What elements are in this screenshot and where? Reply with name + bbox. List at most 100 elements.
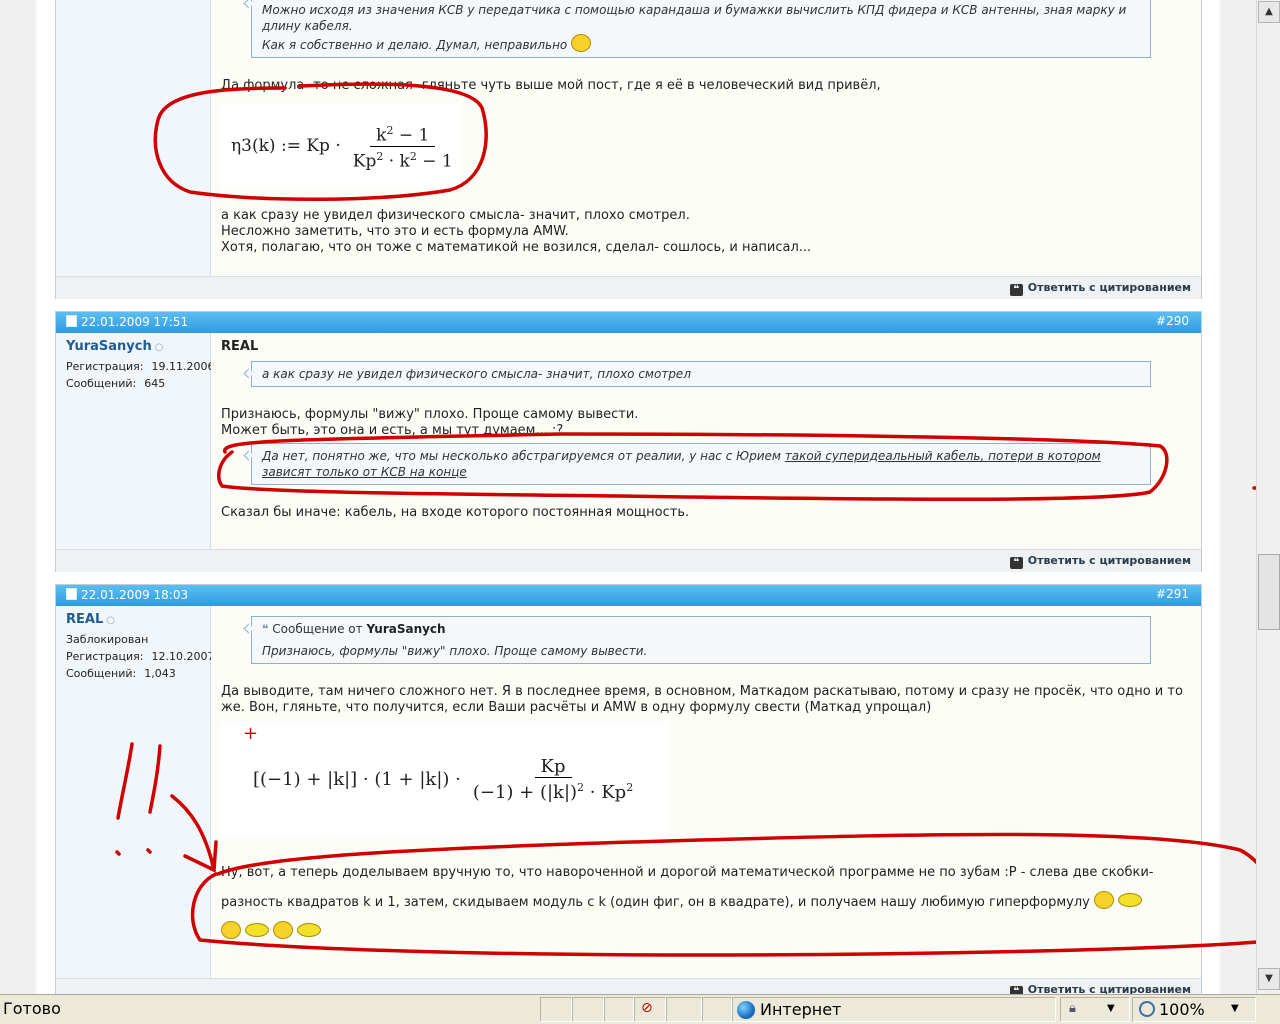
post-number-link[interactable]: #291 — [1156, 587, 1189, 601]
scroll-up-button[interactable]: ▲ — [1258, 1, 1280, 23]
post-header: 22.01.2009 18:03 #291 — [56, 585, 1201, 606]
username[interactable]: YuraSanych — [66, 339, 152, 354]
formula-num-tail: − 1 — [393, 125, 430, 146]
quote-box: Можно исходя из значения КСВ у передатчи… — [251, 0, 1151, 58]
user-blocked-label: Заблокирован — [66, 633, 149, 646]
mathcad-cursor: + — [243, 723, 259, 744]
msgs-label: Сообщений: — [66, 667, 137, 680]
msgs-value: 1,043 — [144, 667, 176, 680]
formula-num: k — [376, 125, 387, 146]
offline-status-icon: ○ — [154, 342, 164, 353]
post-text-3: Сказал бы иначе: кабель, на входе которо… — [221, 505, 690, 520]
post-content: ❝ Сообщение от YuraSanych Признаюсь, фор… — [211, 606, 1201, 978]
bird-smiley-icon — [245, 923, 270, 937]
quote-text: а как сразу не увидел физического смысла… — [262, 367, 691, 381]
globe-icon — [737, 1001, 755, 1019]
sunglasses-smiley-icon — [1093, 891, 1114, 909]
zone-label-wrap: Интернет — [737, 1000, 841, 1019]
quote-text-2: Как я собственно и делаю. Думал, неправи… — [262, 34, 1140, 53]
reg-label: Регистрация: — [66, 360, 144, 373]
forum-post-290: 22.01.2009 17:51 #290 YuraSanych ○ Регист… — [55, 311, 1202, 572]
status-cell-empty — [540, 997, 572, 1022]
formula2-den-b: · Kp — [584, 782, 627, 803]
post-date: 22.01.2009 17:51 — [66, 315, 188, 329]
msgs-value: 645 — [144, 377, 166, 390]
reply-with-quote-button[interactable]: Ответить с цитированием — [1010, 983, 1191, 994]
status-cell-empty — [702, 997, 732, 1022]
post-content: Можно исходя из значения КСВ у передатчи… — [211, 0, 1201, 276]
post-text-2: Несложно заметить, что это и есть формул… — [221, 224, 569, 239]
formula-image-2: + [(−1) + |k|] · (1 + |k|) · Kp (−1) + (… — [221, 722, 669, 838]
messages-row: Сообщений: 645 — [66, 377, 200, 391]
status-text: Готово — [3, 999, 61, 1018]
post-number-link[interactable]: #290 — [1156, 314, 1189, 328]
messages-row: Сообщений: 1,043 — [66, 667, 200, 681]
formula-image-1: η3(k) := Kp · k2 − 1 Kp2 · k2 − 1 — [221, 104, 461, 188]
reg-value: 19.11.2006 — [151, 360, 215, 373]
username-link[interactable]: REAL ○ — [66, 612, 200, 627]
registration-row: Регистрация: 19.11.2006 — [66, 360, 214, 374]
post-text-1: Да выводите, там ничего сложного нет. Я … — [221, 684, 1183, 715]
quote-prefix: Сообщение от — [272, 622, 363, 636]
quoted-user-name: REAL — [221, 339, 259, 354]
sq: 2 — [626, 781, 634, 794]
username[interactable]: REAL — [66, 612, 103, 627]
msgs-label: Сообщений: — [66, 377, 137, 390]
sq: 2 — [577, 781, 585, 794]
zoom-control[interactable]: 100% ▼ — [1132, 997, 1256, 1022]
post-text-1: а как сразу не увидел физического смысла… — [221, 208, 690, 223]
vertical-scrollbar[interactable]: ▲ ▼ — [1256, 0, 1280, 994]
formula-lhs: η3(k) := Kp · — [231, 136, 341, 156]
username-link[interactable]: YuraSanych ○ — [66, 339, 200, 354]
browser-viewport: Можно исходя из значения КСВ у передатчи… — [0, 0, 1256, 994]
sunglasses-smiley-icon — [221, 921, 241, 939]
post-footer: Ответить с цитированием — [56, 276, 1201, 299]
quote-box: ❝ Сообщение от YuraSanych Признаюсь, фор… — [251, 616, 1151, 664]
bird-smiley-icon — [1118, 893, 1143, 907]
quote-icon: ❝ — [262, 622, 269, 636]
quote-box-2: Да нет, понятно же, что мы несколько абс… — [251, 443, 1151, 485]
sunglasses-smiley-icon — [273, 921, 294, 939]
privacy-report-icon[interactable]: ⊘ — [634, 997, 666, 1022]
protected-mode-button[interactable]: 🔒︎ ▼ — [1060, 997, 1130, 1022]
quote-text-1: Можно исходя из значения КСВ у передатчи… — [262, 3, 1127, 33]
user-pane — [56, 0, 211, 276]
reply-with-quote-button[interactable]: Ответить с цитированием — [1010, 281, 1191, 296]
quote-author-line: ❝ Сообщение от YuraSanych — [262, 621, 1140, 637]
formula-fraction: k2 − 1 Kp2 · k2 − 1 — [347, 123, 459, 172]
chevron-down-icon[interactable]: ▼ — [1231, 1003, 1239, 1014]
formula2-den-a: (−1) + (|k|) — [472, 782, 578, 803]
status-cell-empty — [572, 997, 604, 1022]
reply-with-quote-button[interactable]: Ответить с цитированием — [1010, 554, 1191, 569]
post-footer: Ответить с цитированием — [56, 549, 1201, 572]
quote2-text: Да нет, понятно же, что мы несколько абс… — [262, 449, 785, 463]
user-pane: YuraSanych ○ Регистрация: 19.11.2006 Сообщ… — [56, 333, 214, 549]
reg-label: Регистрация: — [66, 650, 144, 663]
formula-den-a: Kp — [352, 151, 377, 172]
post-text-1: Признаюсь, формулы "вижу" плохо. Проще с… — [221, 407, 639, 422]
registration-row: Регистрация: 12.10.2007 — [66, 650, 214, 664]
sq: 2 — [409, 149, 417, 163]
user-pane: REAL ○ Заблокирован Регистрация: 12.10.200… — [56, 606, 214, 978]
bird-smiley-icon — [297, 923, 322, 937]
chevron-down-icon: ▼ — [1107, 1003, 1115, 1014]
post-text-2: Может быть, это она и есть, а мы тут дум… — [221, 423, 564, 438]
quote-author: YuraSanych — [366, 622, 446, 636]
post-text-3: Хотя, полагаю, что он тоже с математикой… — [221, 240, 812, 255]
scroll-up-icon: ▲ — [1265, 6, 1273, 17]
post-text-intro: Да формула- то не сложная- гляньте чуть … — [221, 78, 881, 93]
scroll-thumb[interactable] — [1258, 554, 1280, 630]
formula-den-b: · k — [383, 151, 410, 172]
post-date: 22.01.2009 18:03 — [66, 588, 188, 602]
forum-post-top: Можно исходя из значения КСВ у передатчи… — [55, 0, 1202, 299]
zoom-level: 100% — [1159, 1000, 1205, 1019]
scroll-down-icon: ▼ — [1265, 973, 1273, 984]
post-footer: Ответить с цитированием — [56, 978, 1201, 994]
status-cell-empty — [666, 997, 702, 1022]
post-text-2: Ну, вот, а теперь доделываем вручную то,… — [221, 858, 1191, 948]
security-zone[interactable]: Интернет — [732, 997, 1056, 1022]
formula2-num: Kp — [534, 758, 572, 778]
browser-status-bar: Готово ⊘ Интернет 🔒︎ ▼ 100% ▼ — [0, 994, 1280, 1024]
scroll-down-button[interactable]: ▼ — [1258, 968, 1280, 990]
quote-text: Признаюсь, формулы "вижу" плохо. Проще с… — [262, 644, 648, 658]
